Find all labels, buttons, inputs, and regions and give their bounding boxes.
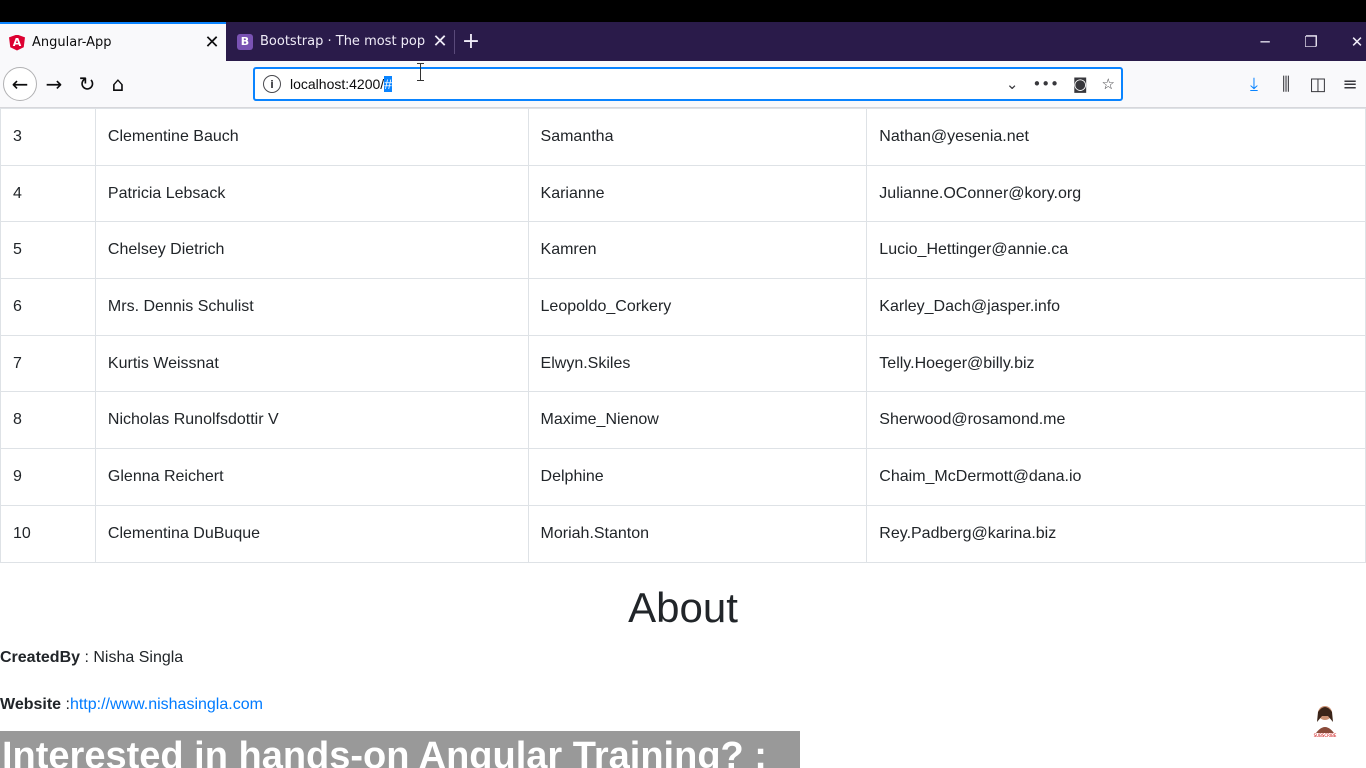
table-row: 7 Kurtis Weissnat Elwyn.Skiles Telly.Hoeger… (0, 334, 1366, 393)
cell-username: Moriah.Stanton (527, 504, 868, 563)
training-banner: Interested in hands-on Angular Training?… (0, 731, 800, 768)
home-button[interactable]: ⌂ (101, 67, 135, 101)
cell-email: Sherwood@rosamond.me (866, 391, 1366, 450)
created-by-label: CreatedBy (0, 649, 81, 666)
cell-email: Rey.Padberg@karina.biz (866, 504, 1366, 563)
new-tab-button[interactable]: + (458, 22, 484, 61)
tab-bootstrap[interactable]: B Bootstrap · The most popular HTML ✕ (228, 22, 454, 61)
cell-id: 7 (0, 334, 96, 393)
bookmark-star-icon[interactable]: ☆ (1102, 75, 1115, 93)
cell-name: Glenna Reichert (94, 448, 529, 506)
url-base: localhost:4200/ (290, 76, 385, 92)
cell-username: Karianne (527, 164, 868, 223)
tab-title: Angular-App (32, 35, 112, 50)
subscribe-avatar-icon[interactable]: SUBSCRIBE (1306, 700, 1344, 738)
download-icon[interactable]: ⤓ (1238, 74, 1270, 95)
menu-icon[interactable]: ≡ (1334, 74, 1366, 95)
navigation-toolbar: ← → ↻ ⌂ i localhost:4200/# ⌄ ••• ◙ ☆ ⤓ ⫼… (0, 61, 1366, 108)
cell-username: Elwyn.Skiles (527, 334, 868, 393)
cell-username: Kamren (527, 221, 868, 280)
cell-id: 3 (0, 108, 96, 166)
bootstrap-icon: B (237, 33, 253, 50)
close-icon[interactable]: ✕ (426, 31, 454, 52)
cell-id: 4 (0, 164, 96, 223)
cell-username: Delphine (527, 448, 868, 506)
tab-strip: A Angular-App ✕ B Bootstrap · The most p… (0, 22, 1366, 61)
arrow-right-icon: → (45, 72, 63, 96)
sidebar-icon[interactable]: ◫ (1302, 74, 1334, 95)
page-content: 3 Clementine Bauch Samantha Nathan@yesenia.… (0, 108, 1366, 768)
back-button[interactable]: ← (3, 67, 37, 101)
url-selection: # (384, 76, 392, 92)
arrow-left-icon: ← (11, 72, 29, 96)
close-icon[interactable]: ✕ (198, 32, 226, 53)
cell-id: 9 (0, 448, 96, 506)
cell-email: Julianne.OConner@kory.org (866, 164, 1366, 223)
table-row: 3 Clementine Bauch Samantha Nathan@yesenia.… (0, 108, 1366, 166)
pocket-icon[interactable]: ◙ (1073, 75, 1088, 93)
cell-name: Mrs. Dennis Schulist (94, 278, 529, 336)
cell-email: Karley_Dach@jasper.info (866, 278, 1366, 336)
website-link[interactable]: http://www.nishasingla.com (70, 696, 263, 713)
table-row: 9 Glenna Reichert Delphine Chaim_McDermott@… (0, 448, 1366, 506)
created-by-line: CreatedBy : Nisha Singla (0, 649, 183, 667)
info-icon[interactable]: i (263, 75, 281, 93)
table-row: 8 Nicholas Runolfsdottir V Maxime_Nienow Sh… (0, 391, 1366, 450)
created-by-separator: : (80, 649, 94, 666)
reload-button[interactable]: ↻ (70, 67, 104, 101)
tab-title: Bootstrap · The most popular HTML (260, 34, 426, 49)
website-label: Website (0, 696, 62, 713)
address-bar[interactable]: i localhost:4200/# ⌄ ••• ◙ ☆ (253, 67, 1123, 101)
window-close-button[interactable]: ✕ (1334, 22, 1366, 61)
cell-id: 10 (0, 504, 96, 563)
home-icon: ⌂ (111, 72, 125, 96)
cell-username: Leopoldo_Corkery (527, 278, 868, 336)
table-row: 4 Patricia Lebsack Karianne Julianne.OConne… (0, 164, 1366, 223)
cell-username: Samantha (527, 108, 868, 166)
cell-name: Nicholas Runolfsdottir V (94, 391, 529, 450)
cell-name: Clementine Bauch (94, 108, 529, 166)
reload-icon: ↻ (78, 72, 96, 96)
table-row: 6 Mrs. Dennis Schulist Leopoldo_Corkery Kar… (0, 278, 1366, 336)
page-actions-icon[interactable]: ••• (1032, 75, 1059, 93)
cell-id: 5 (0, 221, 96, 280)
cell-email: Nathan@yesenia.net (866, 108, 1366, 166)
banner-text: Interested in hands-on Angular Training?… (2, 735, 767, 768)
restore-button[interactable]: ❐ (1288, 22, 1334, 61)
cell-email: Telly.Hoeger@billy.biz (866, 334, 1366, 393)
screen-top-bar (0, 0, 1366, 22)
about-heading: About (628, 584, 738, 631)
cell-name: Clementina DuBuque (94, 504, 529, 563)
created-by-value: Nisha Singla (93, 649, 184, 666)
website-separator: : (61, 696, 70, 713)
table-row: 10 Clementina DuBuque Moriah.Stanton Rey.Pa… (0, 504, 1366, 563)
cell-email: Lucio_Hettinger@annie.ca (866, 221, 1366, 280)
library-icon[interactable]: ⫼ (1270, 74, 1302, 95)
url-text[interactable]: localhost:4200/# (290, 76, 392, 92)
tab-divider (454, 30, 455, 54)
cell-name: Chelsey Dietrich (94, 221, 529, 280)
cell-id: 8 (0, 391, 96, 450)
tab-angular-app[interactable]: A Angular-App ✕ (0, 22, 226, 61)
minimize-button[interactable]: ─ (1242, 22, 1288, 61)
cell-id: 6 (0, 278, 96, 336)
svg-text:SUBSCRIBE: SUBSCRIBE (1314, 733, 1337, 738)
table-row: 5 Chelsey Dietrich Kamren Lucio_Hettinger@a… (0, 221, 1366, 280)
angular-icon: A (9, 34, 25, 51)
text-cursor (417, 63, 426, 81)
cell-name: Patricia Lebsack (94, 164, 529, 223)
website-line: Website :http://www.nishasingla.com (0, 696, 263, 714)
cell-email: Chaim_McDermott@dana.io (866, 448, 1366, 506)
forward-button[interactable]: → (37, 67, 71, 101)
cell-name: Kurtis Weissnat (94, 334, 529, 393)
users-table: 3 Clementine Bauch Samantha Nathan@yesenia.… (0, 108, 1366, 563)
cell-username: Maxime_Nienow (527, 391, 868, 450)
chevron-down-icon[interactable]: ⌄ (1006, 75, 1019, 93)
